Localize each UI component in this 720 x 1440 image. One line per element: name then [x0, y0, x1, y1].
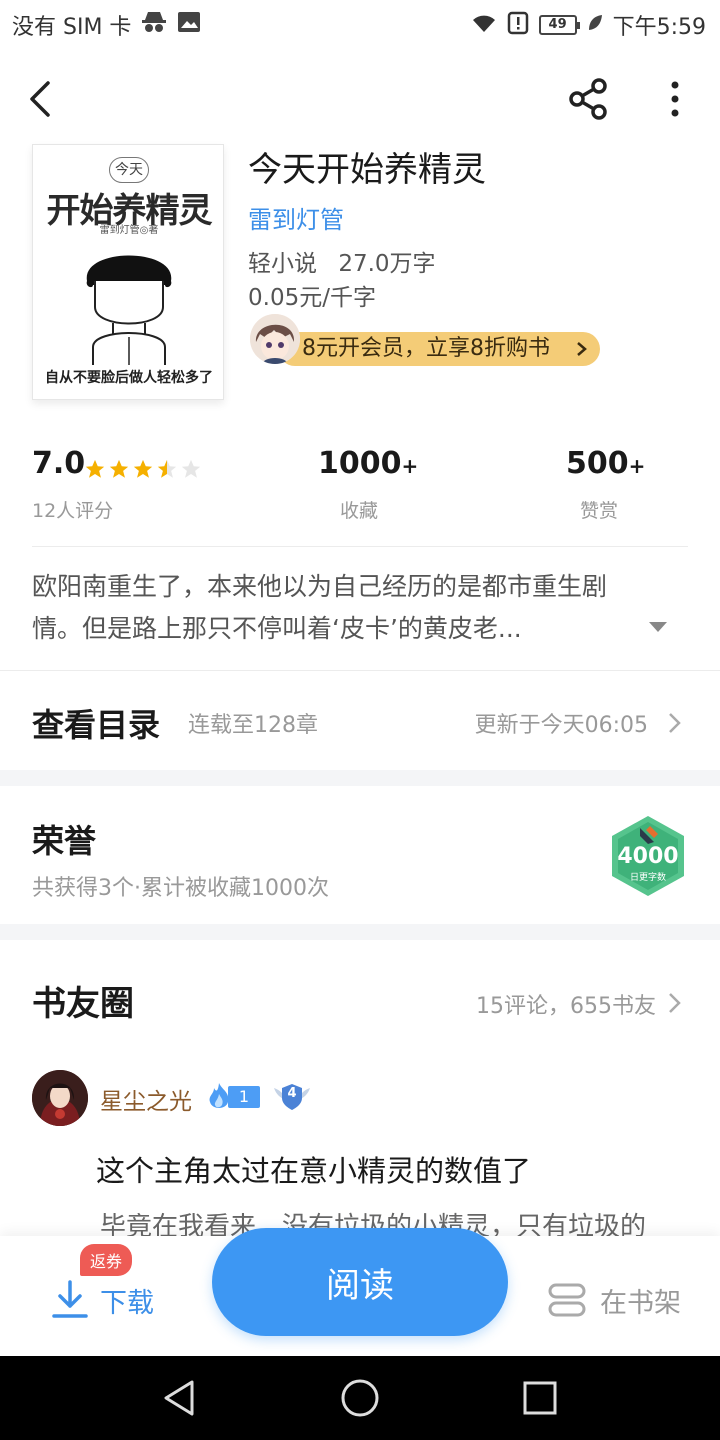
status-left: 没有 SIM 卡: [12, 9, 201, 41]
catalog-updated: 更新于今天06:05: [474, 713, 648, 738]
synopsis[interactable]: 欧阳南重生了，本来他以为自己经历的是都市重生剧 情。但是路上那只不停叫着‘皮卡’…: [32, 566, 692, 650]
synopsis-line-2: 情。但是路上那只不停叫着‘皮卡’的黄皮老...: [32, 614, 522, 643]
battery-icon: 49: [538, 15, 580, 35]
favorites-plus: +: [401, 454, 419, 478]
bottom-action-bar: 下载 返券 阅读 在书架: [0, 1228, 720, 1356]
triangle-back-icon: [164, 1380, 194, 1416]
badge-label: 日更字数: [629, 873, 666, 883]
rating-value: 7.0: [32, 446, 86, 481]
tips-count: 500+: [566, 446, 645, 481]
book-meta: 轻小说 27.0万字: [248, 244, 436, 278]
chevron-right-icon: [577, 342, 587, 356]
stats-row: 7.0 12人评分 1000+ 收藏 500+ 赞赏: [0, 446, 720, 536]
cover-top-text: 今天: [109, 157, 149, 183]
cover-author-text: 雷到灯管◎著: [99, 225, 159, 236]
clock: 下午5:59: [612, 15, 706, 40]
honor-title: 荣誉: [32, 822, 97, 860]
member-level-value: 4: [287, 1086, 297, 1101]
cover-illustration: [86, 255, 172, 365]
catalog-progress: 连载至128章: [188, 713, 318, 738]
honor-summary: 共获得3个·累计被收藏1000次: [32, 876, 329, 901]
carrier-text: 没有 SIM 卡: [12, 15, 132, 40]
comment-username[interactable]: 星尘之光: [100, 1082, 192, 1116]
section-gap: [0, 770, 720, 786]
share-icon: [569, 78, 607, 120]
expand-down-icon[interactable]: [648, 620, 668, 634]
rating-count: 12人评分: [32, 500, 114, 522]
chevron-right-icon: [669, 993, 681, 1013]
more-vertical-icon: [671, 81, 679, 117]
book-category: 轻小说: [248, 251, 317, 277]
honor-badge[interactable]: 4000 日更字数: [606, 814, 690, 898]
chevron-left-icon: [30, 81, 50, 117]
star-full-icon: [85, 459, 105, 478]
share-button[interactable]: [564, 74, 614, 124]
circle-stats[interactable]: 15评论，655书友: [476, 988, 656, 1020]
tips-plus: +: [628, 454, 646, 478]
catalog-title: 查看目录: [32, 706, 161, 744]
alert-icon: [507, 11, 529, 40]
leaf-icon: [587, 13, 603, 37]
status-bar: 没有 SIM 卡 49 下午5:59: [0, 0, 720, 50]
nav-home-button[interactable]: [338, 1376, 382, 1420]
nav-back-button[interactable]: [158, 1376, 202, 1420]
toolbar: [0, 64, 720, 134]
back-button[interactable]: [16, 74, 66, 124]
incognito-icon: [141, 10, 167, 40]
comment-title[interactable]: 这个主角太过在意小精灵的数值了: [96, 1148, 531, 1190]
badge-value: 4000: [617, 844, 679, 869]
fire-level-value: 1: [228, 1086, 260, 1108]
tips-number: 500: [566, 446, 629, 481]
star-half-icon: [157, 459, 177, 478]
chevron-right-icon: [669, 713, 681, 733]
vip-pill: 8元开会员，立享8折购书: [278, 332, 600, 366]
status-right: 49 下午5:59: [471, 9, 706, 41]
book-price: 0.05元/千字: [248, 285, 376, 311]
divider: [0, 670, 720, 671]
bookshelf-icon: [548, 1283, 586, 1317]
wifi-icon: [471, 13, 497, 38]
comment-avatar[interactable]: [32, 1070, 88, 1126]
divider: [32, 546, 688, 547]
section-gap: [0, 924, 720, 940]
coupon-badge: 返券: [80, 1244, 133, 1276]
book-word-count: 27.0万字: [338, 251, 436, 277]
book-author-link[interactable]: 雷到灯管: [248, 200, 344, 235]
vip-text: 8元开会员，立享8折购书: [302, 336, 550, 361]
on-shelf-label: 在书架: [600, 1287, 681, 1319]
vip-avatar: [250, 314, 300, 364]
more-button[interactable]: [650, 74, 700, 124]
favorites-count: 1000+: [318, 446, 418, 481]
circle-home-icon: [341, 1379, 379, 1417]
download-icon: [52, 1280, 88, 1318]
download-button[interactable]: 下载: [50, 1270, 154, 1330]
tips-label: 赞赏: [580, 500, 619, 522]
on-shelf-button[interactable]: 在书架: [546, 1270, 681, 1330]
star-full-icon: [109, 459, 129, 478]
read-button[interactable]: 阅读: [212, 1228, 508, 1336]
star-empty-icon: [181, 459, 201, 478]
favorites-number: 1000: [318, 446, 402, 481]
nav-recents-button[interactable]: [518, 1376, 562, 1420]
system-nav-bar: [0, 1356, 720, 1440]
favorites-label: 收藏: [340, 500, 379, 522]
download-label: 下载: [100, 1287, 154, 1319]
circle-title: 书友圈: [32, 984, 134, 1024]
member-level-badge: 4: [272, 1080, 312, 1116]
cover-tagline-text: 自从不要脸后做人轻松多了: [45, 370, 213, 386]
image-icon: [177, 11, 201, 39]
book-cover[interactable]: 今天 开始养精灵 雷到灯管◎著 自从不要脸后做人轻松多了: [32, 144, 224, 400]
star-full-icon: [133, 459, 153, 478]
book-title: 今天开始养精灵: [248, 150, 486, 190]
rating-stars: [84, 458, 202, 480]
square-recents-icon: [523, 1381, 557, 1415]
synopsis-line-1: 欧阳南重生了，本来他以为自己经历的是都市重生剧: [32, 572, 608, 601]
